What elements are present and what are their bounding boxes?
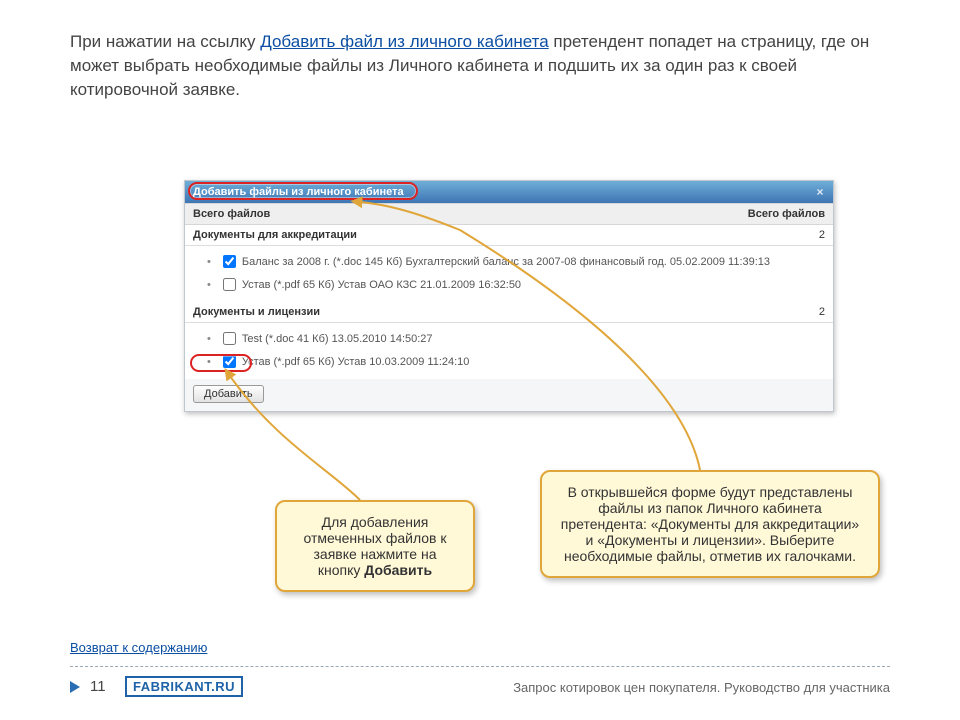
add-file-link[interactable]: Добавить файл из личного кабинета xyxy=(260,32,548,51)
header-right: Всего файлов xyxy=(748,208,825,220)
file-label: Устав (*.pdf 65 Кб) Устав 10.03.2009 11:… xyxy=(242,356,470,368)
play-icon xyxy=(70,681,80,693)
dialog-title: Добавить файлы из личного кабинета xyxy=(193,186,404,198)
file-list-0: Баланс за 2008 г. (*.doc 145 Кб) Бухгалт… xyxy=(185,246,833,302)
dialog-header-row: Всего файлов Всего файлов xyxy=(185,203,833,225)
file-checkbox[interactable] xyxy=(223,278,236,291)
section-head-1: Документы и лицензии 2 xyxy=(185,302,833,323)
note-text: В открывшейся форме будут представлены ф… xyxy=(561,484,859,564)
brand-name: FABRIKANT xyxy=(133,679,211,694)
return-link-wrap: Возврат к содержанию xyxy=(70,640,207,655)
section-name: Документы и лицензии xyxy=(193,306,320,318)
list-item: Устав (*.pdf 65 Кб) Устав ОАО КЗС 21.01.… xyxy=(185,273,833,296)
file-label: Баланс за 2008 г. (*.doc 145 Кб) Бухгалт… xyxy=(242,256,770,268)
page-number: 11 xyxy=(90,678,106,695)
section-head-0: Документы для аккредитации 2 xyxy=(185,225,833,246)
note-bold: Добавить xyxy=(364,562,432,578)
list-item: Устав (*.pdf 65 Кб) Устав 10.03.2009 11:… xyxy=(185,350,833,373)
file-label: Test (*.doc 41 Кб) 13.05.2010 14:50:27 xyxy=(242,333,433,345)
note-file-folders: В открывшейся форме будут представлены ф… xyxy=(540,470,880,578)
brand-suffix: .RU xyxy=(211,679,235,694)
close-icon[interactable]: × xyxy=(813,185,827,199)
note-add-button: Для добавления отмеченных файлов к заявк… xyxy=(275,500,475,592)
list-item: Баланс за 2008 г. (*.doc 145 Кб) Бухгалт… xyxy=(185,250,833,273)
section-count: 2 xyxy=(819,306,825,318)
file-label: Устав (*.pdf 65 Кб) Устав ОАО КЗС 21.01.… xyxy=(242,279,521,291)
section-count: 2 xyxy=(819,229,825,241)
add-files-dialog: Добавить файлы из личного кабинета × Все… xyxy=(184,180,834,412)
file-list-1: Test (*.doc 41 Кб) 13.05.2010 14:50:27 У… xyxy=(185,323,833,379)
add-button[interactable]: Добавить xyxy=(193,385,264,403)
dialog-footer: Добавить xyxy=(185,379,833,411)
file-checkbox[interactable] xyxy=(223,255,236,268)
intro-paragraph: При нажатии на ссылку Добавить файл из л… xyxy=(70,30,890,101)
footer-divider xyxy=(70,666,890,667)
section-name: Документы для аккредитации xyxy=(193,229,357,241)
dialog-titlebar: Добавить файлы из личного кабинета × xyxy=(185,181,833,203)
file-checkbox[interactable] xyxy=(223,355,236,368)
brand-logo: FABRIKANT.RU xyxy=(125,676,243,697)
list-item: Test (*.doc 41 Кб) 13.05.2010 14:50:27 xyxy=(185,327,833,350)
header-left: Всего файлов xyxy=(193,208,270,220)
return-link[interactable]: Возврат к содержанию xyxy=(70,640,207,655)
intro-text-pre: При нажатии на ссылку xyxy=(70,32,260,51)
file-checkbox[interactable] xyxy=(223,332,236,345)
footer-caption: Запрос котировок цен покупателя. Руковод… xyxy=(513,680,890,695)
